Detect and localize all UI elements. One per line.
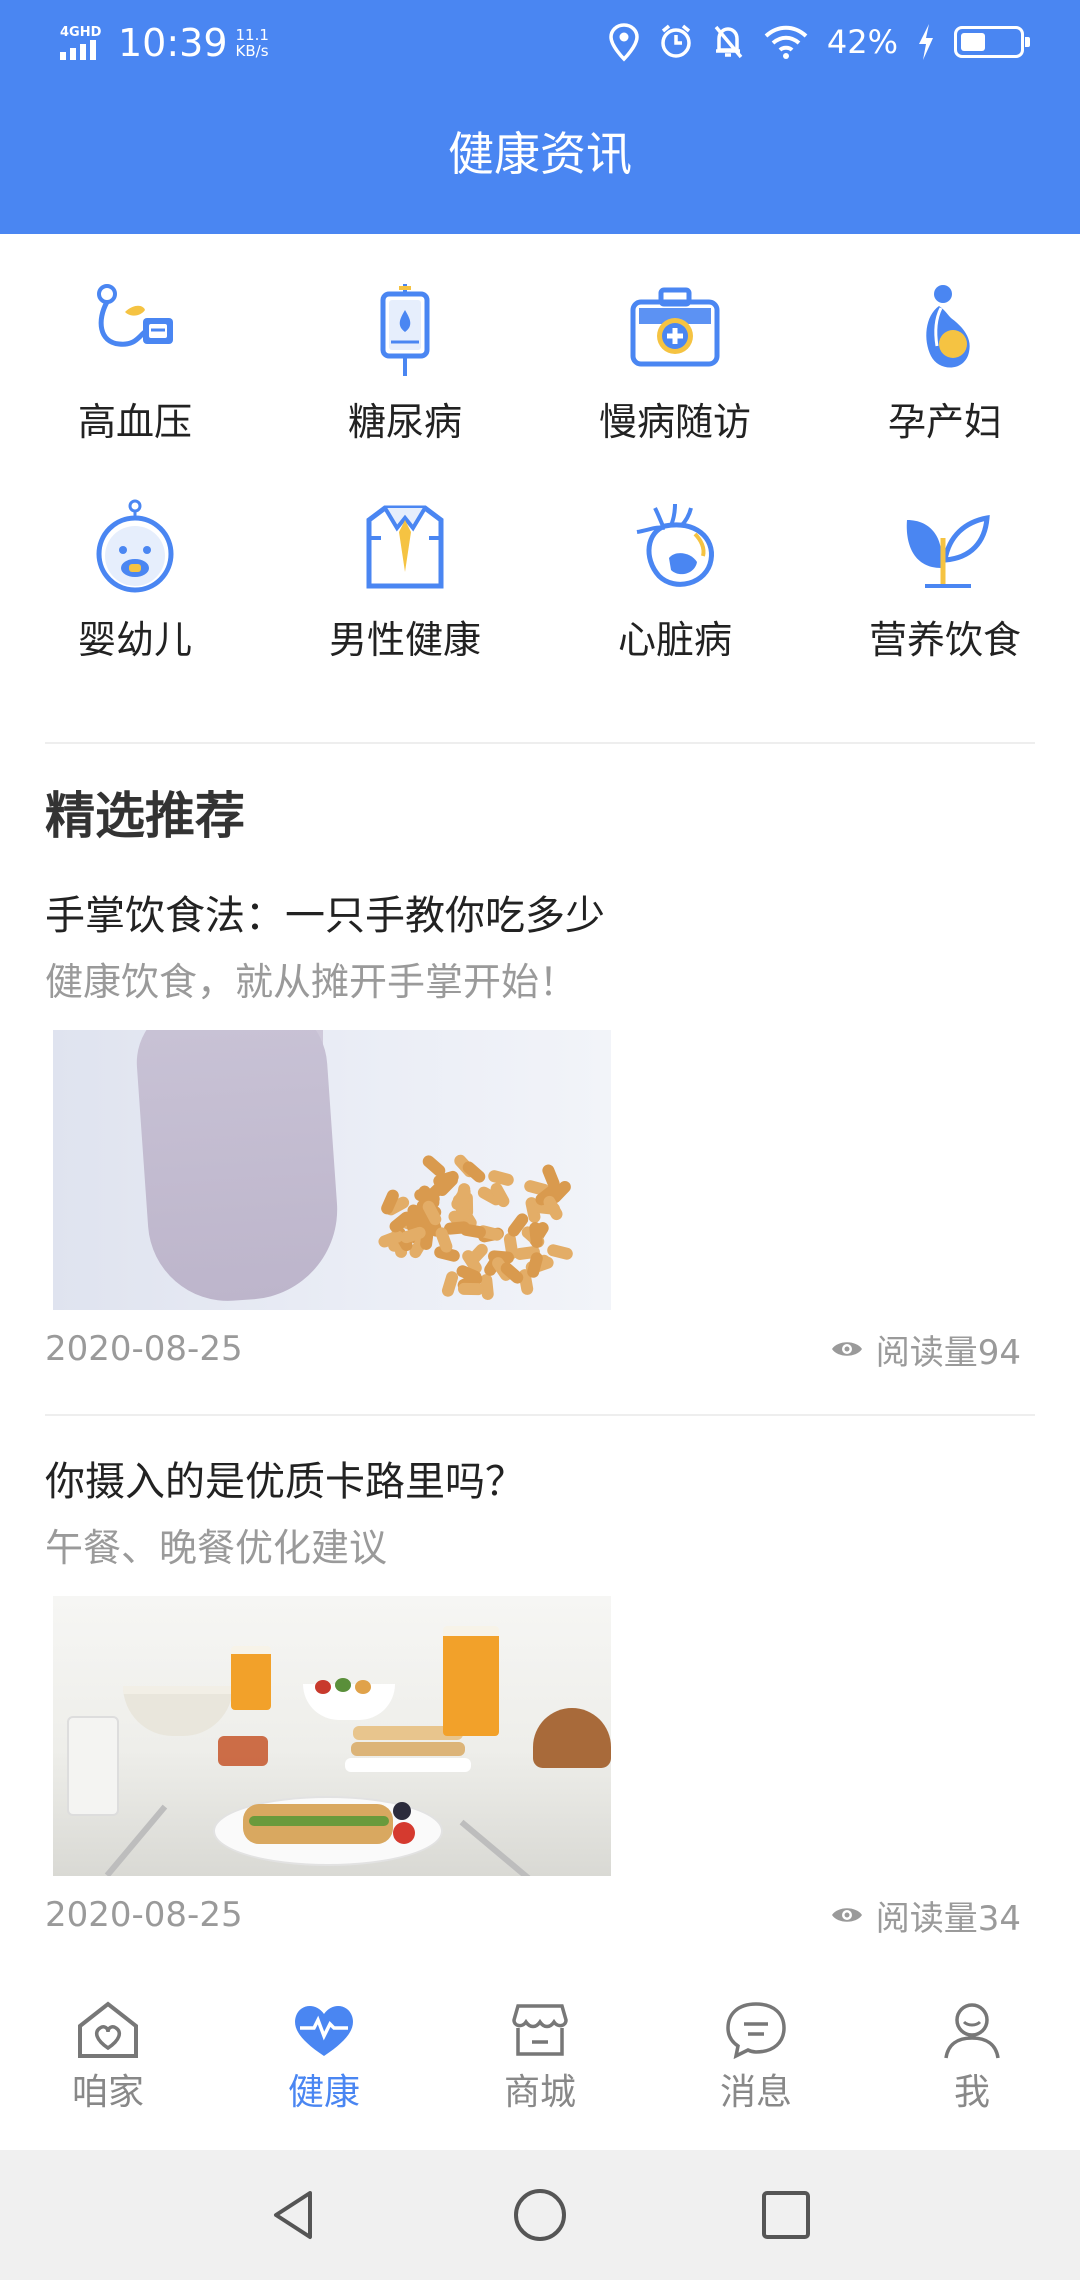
- divider: [45, 1414, 1035, 1416]
- category-heart-disease[interactable]: 心脏病: [540, 498, 810, 716]
- article-card[interactable]: 手掌饮食法：一只手教你吃多少 健康饮食，就从摊开手掌开始！ 2020-08-25…: [45, 888, 1035, 1374]
- network-type: 4GHD: [60, 25, 102, 40]
- category-label: 营养饮食: [868, 618, 1021, 662]
- message-icon: [726, 2002, 786, 2060]
- nav-label: 健康: [287, 2072, 360, 2113]
- view-count-text: 阅读量94: [875, 1332, 1021, 1373]
- nav-label: 消息: [719, 2072, 792, 2113]
- sprout-icon: [906, 514, 990, 588]
- category-label: 心脏病: [617, 618, 732, 662]
- article-image[interactable]: [53, 1030, 611, 1310]
- nav-item-messages[interactable]: 消息: [648, 1970, 864, 2150]
- speed-value: 11.1: [235, 26, 269, 44]
- recents-icon[interactable]: [758, 2187, 814, 2243]
- category-label: 糖尿病: [347, 400, 462, 444]
- section-title: 精选推荐: [45, 787, 245, 845]
- system-nav-bar: [0, 2150, 1080, 2280]
- nav-label: 咱家: [71, 2072, 144, 2113]
- pregnant-icon: [926, 285, 970, 368]
- shop-icon: [512, 2004, 568, 2056]
- category-maternal[interactable]: 孕产妇: [810, 280, 1080, 498]
- battery-percent: 42%: [826, 23, 898, 61]
- home-icon: [78, 2001, 138, 2058]
- iv-drip-icon: [380, 284, 430, 376]
- view-count-text: 阅读量34: [875, 1898, 1021, 1939]
- article-title[interactable]: 你摄入的是优质卡路里吗？: [45, 1454, 1035, 1510]
- view-count: 阅读量94: [830, 1325, 1021, 1374]
- category-label: 孕产妇: [887, 400, 1002, 444]
- stethoscope-icon: [97, 284, 173, 347]
- category-diabetes[interactable]: 糖尿病: [270, 280, 540, 498]
- article-date: 2020-08-25: [45, 1329, 243, 1369]
- page-title: 健康资讯: [448, 127, 632, 181]
- category-grid: 高血压 糖尿病 慢病随访 孕产妇 婴幼儿 男性健康 心脏病 营养饮食: [0, 280, 1080, 716]
- eye-icon: [831, 1908, 862, 1922]
- article-card[interactable]: 你摄入的是优质卡路里吗？ 午餐、晚餐优化建议 2020-08-25 阅读量34: [45, 1454, 1035, 1940]
- divider: [45, 742, 1035, 744]
- eye-icon: [831, 1342, 862, 1356]
- heartbeat-icon: [295, 2005, 353, 2056]
- speed-unit: KB/s: [235, 42, 269, 60]
- article-image[interactable]: [53, 1596, 611, 1876]
- bottom-nav: 咱家 健康 商城 消息 我: [0, 1970, 1080, 2150]
- medical-kit-icon: [630, 287, 720, 367]
- category-label: 男性健康: [328, 618, 481, 662]
- article-date: 2020-08-25: [45, 1895, 243, 1935]
- shirt-tie-icon: [366, 505, 444, 589]
- status-bar: 4GHD 10:39 11.1 KB/s 42%: [0, 0, 1080, 90]
- baby-icon: [96, 499, 174, 593]
- app-header: 4GHD 10:39 11.1 KB/s 42% 健康资讯: [0, 0, 1080, 234]
- category-infant[interactable]: 婴幼儿: [0, 498, 270, 716]
- nav-item-profile[interactable]: 我: [864, 1970, 1080, 2150]
- nav-item-home[interactable]: 咱家: [0, 1970, 216, 2150]
- category-label: 慢病随访: [598, 400, 751, 444]
- nav-item-health[interactable]: 健康: [216, 1970, 432, 2150]
- nav-label: 商城: [503, 2072, 576, 2113]
- clock: 10:39: [118, 21, 228, 65]
- alarm-icon: [661, 24, 691, 58]
- heart-organ-icon: [636, 503, 714, 587]
- home-circle-icon[interactable]: [512, 2187, 568, 2243]
- article-meta: 2020-08-25 阅读量94: [45, 1324, 1035, 1374]
- nav-label: 我: [953, 2072, 990, 2113]
- location-icon: [609, 23, 639, 62]
- mute-icon: [714, 25, 743, 59]
- profile-icon: [944, 2003, 1000, 2059]
- category-hypertension[interactable]: 高血压: [0, 280, 270, 498]
- category-nutrition[interactable]: 营养饮食: [810, 498, 1080, 716]
- wifi-icon: [764, 25, 808, 59]
- category-label: 婴幼儿: [77, 618, 192, 662]
- nav-item-mall[interactable]: 商城: [432, 1970, 648, 2150]
- article-title[interactable]: 手掌饮食法：一只手教你吃多少: [45, 888, 1035, 944]
- signal-icon: 4GHD: [60, 26, 108, 60]
- article-subtitle: 午餐、晚餐优化建议: [45, 1526, 388, 1570]
- battery-icon: [954, 26, 1030, 58]
- article-meta: 2020-08-25 阅读量34: [45, 1890, 1035, 1940]
- category-mens-health[interactable]: 男性健康: [270, 498, 540, 716]
- network-speed: 11.1 KB/s: [236, 27, 269, 59]
- view-count: 阅读量34: [830, 1891, 1021, 1940]
- charging-icon: [919, 24, 933, 60]
- article-subtitle: 健康饮食，就从摊开手掌开始！: [45, 960, 578, 1004]
- back-icon[interactable]: [266, 2187, 322, 2243]
- category-label: 高血压: [77, 400, 192, 444]
- category-chronic-followup[interactable]: 慢病随访: [540, 280, 810, 498]
